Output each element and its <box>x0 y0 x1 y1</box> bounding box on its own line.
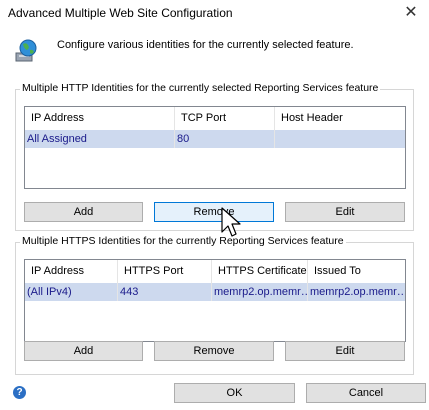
column-header-host-header[interactable]: Host Header <box>275 107 405 130</box>
header-description: Configure various identities for the cur… <box>57 39 354 51</box>
column-header-ip-address[interactable]: IP Address <box>25 107 175 130</box>
column-header-tcp-port[interactable]: TCP Port <box>175 107 275 130</box>
cell-https-port: 443 <box>118 283 212 301</box>
column-header-ip-address[interactable]: IP Address <box>25 260 118 283</box>
cell-host-header <box>275 130 405 148</box>
http-group-label: Multiple HTTP Identities for the current… <box>20 82 381 94</box>
column-header-issued-to[interactable]: Issued To <box>308 260 405 283</box>
http-identities-list[interactable]: IP Address TCP Port Host Header All Assi… <box>24 106 406 189</box>
close-icon[interactable]: ✕ <box>393 0 429 26</box>
help-icon[interactable]: ? <box>13 386 26 399</box>
cell-issued-to: memrp2.op.memr… <box>310 286 405 298</box>
cell-https-certificate: memrp2.op.memr… <box>212 283 308 301</box>
https-remove-button[interactable]: Remove <box>154 341 274 361</box>
http-edit-button[interactable]: Edit <box>285 202 405 222</box>
table-row[interactable]: (All IPv4) 443 memrp2.op.memr… memrp2.op… <box>25 283 405 301</box>
ok-button[interactable]: OK <box>174 383 295 403</box>
http-remove-button[interactable]: Remove <box>154 202 274 222</box>
cancel-button[interactable]: Cancel <box>306 383 426 403</box>
title-bar: Advanced Multiple Web Site Configuration… <box>0 0 429 28</box>
cell-ip-address: (All IPv4) <box>25 283 118 301</box>
https-edit-button[interactable]: Edit <box>285 341 405 361</box>
table-row[interactable]: All Assigned 80 <box>25 130 405 148</box>
https-identities-list[interactable]: IP Address HTTPS Port HTTPS Certificate … <box>24 259 406 342</box>
http-list-header: IP Address TCP Port Host Header <box>25 107 405 131</box>
column-header-https-certificate[interactable]: HTTPS Certificate <box>212 260 308 283</box>
http-add-button[interactable]: Add <box>24 202 143 222</box>
cell-ip-address: All Assigned <box>25 130 175 148</box>
globe-computer-icon <box>13 38 39 64</box>
mouse-cursor-icon <box>220 206 244 242</box>
https-group-label: Multiple HTTPS Identities for the curren… <box>20 235 346 247</box>
https-add-button[interactable]: Add <box>24 341 143 361</box>
https-list-header: IP Address HTTPS Port HTTPS Certificate … <box>25 260 405 284</box>
column-header-https-port[interactable]: HTTPS Port <box>118 260 212 283</box>
window-title: Advanced Multiple Web Site Configuration <box>8 6 233 20</box>
cell-tcp-port: 80 <box>175 130 275 148</box>
